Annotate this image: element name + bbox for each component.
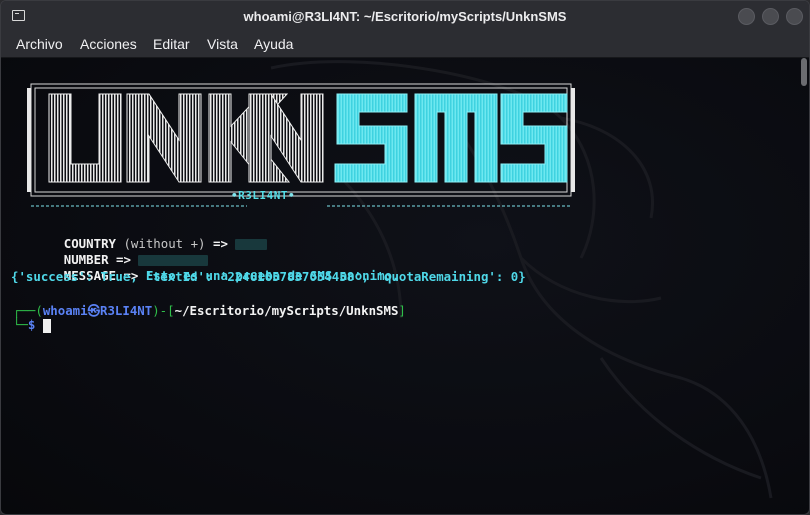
country-arrow: => xyxy=(212,236,228,251)
menu-acciones[interactable]: Acciones xyxy=(80,36,137,52)
menu-ayuda[interactable]: Ayuda xyxy=(254,36,293,52)
close-button[interactable] xyxy=(786,8,803,25)
prompt-corner-bottom: └─ xyxy=(13,317,28,332)
country-redacted xyxy=(235,239,268,250)
menu-bar: Archivo Acciones Editar Vista Ayuda xyxy=(1,32,809,58)
maximize-button[interactable] xyxy=(762,8,779,25)
minimize-button[interactable] xyxy=(738,8,755,25)
terminal-window: whoami@R3LI4NT: ~/Escritorio/myScripts/U… xyxy=(0,0,810,515)
window-title: whoami@R3LI4NT: ~/Escritorio/myScripts/U… xyxy=(243,9,567,24)
prompt-line-1: ┌──(whoami㉿R3LI4NT)-[~/Escritorio/myScri… xyxy=(13,301,406,319)
prompt-corner-top: ┌──( xyxy=(13,303,43,318)
title-bar[interactable]: whoami@R3LI4NT: ~/Escritorio/myScripts/U… xyxy=(1,1,809,32)
banner-subtitle: •R3LI4NT• xyxy=(231,189,296,202)
scrollbar-thumb[interactable] xyxy=(801,58,807,86)
terminal-area[interactable]: •R3LI4NT• COUNTRY (without +) => NUMBER … xyxy=(1,58,809,514)
prompt-user-host: whoami㉿R3LI4NT xyxy=(42,303,153,318)
prompt-symbol: $ xyxy=(27,317,36,332)
text-cursor xyxy=(43,319,51,333)
banner-author: R3LI4NT xyxy=(238,189,288,202)
menu-vista[interactable]: Vista xyxy=(207,36,238,52)
prompt-line-2: └─$ xyxy=(13,317,35,332)
menu-archivo[interactable]: Archivo xyxy=(16,36,63,52)
unknsms-banner-logo xyxy=(27,83,575,207)
prompt-bracket-close: ] xyxy=(398,303,406,318)
prompt-path: ~/Escritorio/myScripts/UnknSMS xyxy=(174,303,399,318)
menu-editar[interactable]: Editar xyxy=(153,36,190,52)
prompt-separator: )-[ xyxy=(152,303,175,318)
api-response: {'success': True, 'textId': '22461657837… xyxy=(11,269,526,284)
